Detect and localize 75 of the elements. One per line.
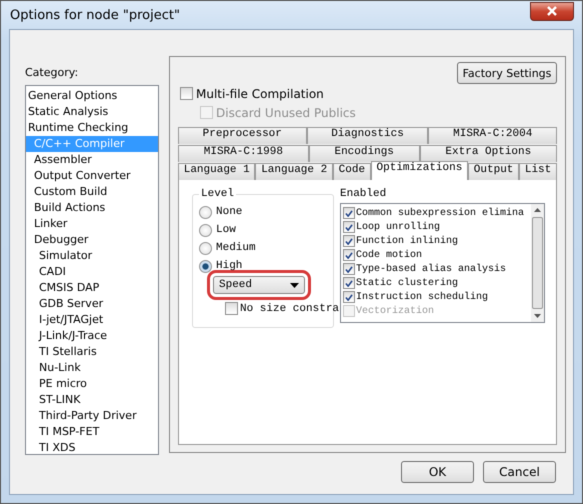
- checkbox[interactable]: [343, 263, 355, 275]
- category-item[interactable]: CMSIS DAP: [26, 280, 158, 296]
- dialog-button[interactable]: OK: [401, 461, 474, 483]
- category-item[interactable]: PE micro: [26, 376, 158, 392]
- radio-label: Medium: [216, 242, 256, 254]
- category-item[interactable]: TI Stellaris: [26, 344, 158, 360]
- tab[interactable]: Encodings: [308, 145, 420, 162]
- option-label: Multi-file Compilation: [196, 86, 324, 100]
- category-item[interactable]: I-jet/JTAGjet: [26, 312, 158, 328]
- checkbox-label: No size constra: [240, 302, 340, 314]
- category-item[interactable]: Build Actions: [26, 200, 158, 216]
- close-button[interactable]: [530, 2, 574, 20]
- category-item[interactable]: GDB Server: [26, 296, 158, 312]
- tab[interactable]: Code: [332, 163, 371, 180]
- optimization-label: Loop unrolling: [356, 222, 440, 232]
- checkbox[interactable]: [343, 291, 355, 303]
- caret-icon: [290, 282, 299, 288]
- close-icon: [546, 6, 558, 16]
- category-item[interactable]: Linker: [26, 216, 158, 232]
- scrollbar[interactable]: [531, 204, 544, 322]
- tab[interactable]: Preprocessor: [178, 127, 307, 144]
- category-item[interactable]: Output Converter: [26, 168, 158, 184]
- scroll-up-icon: [534, 208, 541, 212]
- category-item[interactable]: ST-LINK: [26, 392, 158, 408]
- optimization-label: Type-based alias analysis: [356, 264, 506, 274]
- optimization-label: Function inlining: [356, 236, 458, 246]
- scroll-thumb[interactable]: [532, 217, 543, 309]
- category-item[interactable]: General Options: [26, 88, 158, 104]
- checkbox[interactable]: [343, 207, 355, 219]
- category-item[interactable]: CADI: [26, 264, 158, 280]
- category-item[interactable]: J-Link/J-Trace: [26, 328, 158, 344]
- radio-label: High: [216, 260, 242, 272]
- tab[interactable]: Language 1: [178, 163, 256, 180]
- optimization-label: Instruction scheduling: [356, 292, 488, 302]
- checkbox[interactable]: [180, 87, 193, 100]
- tab[interactable]: Extra Options: [420, 145, 558, 162]
- checkbox[interactable]: [225, 302, 238, 315]
- checkbox[interactable]: [343, 221, 355, 233]
- scroll-down-icon: [534, 314, 541, 318]
- category-item[interactable]: Debugger: [26, 232, 158, 248]
- dialog-button[interactable]: Cancel: [483, 461, 556, 483]
- tab[interactable]: Diagnostics: [306, 127, 428, 144]
- category-item[interactable]: Nu-Link: [26, 360, 158, 376]
- optimization-label: Code motion: [356, 250, 422, 260]
- radio-label: None: [216, 206, 242, 218]
- category-item[interactable]: TI MSP-FET: [26, 424, 158, 440]
- category-label: Category:: [25, 66, 80, 79]
- tab[interactable]: Language 2: [255, 163, 333, 180]
- checkbox[interactable]: [343, 249, 355, 261]
- tab[interactable]: Output: [468, 163, 520, 180]
- checkbox[interactable]: [343, 277, 355, 289]
- radio-button[interactable]: [199, 260, 212, 272]
- category-item[interactable]: Assembler: [26, 152, 158, 168]
- tab[interactable]: MISRA-C:2004: [428, 127, 557, 144]
- optimization-label: Vectorization: [356, 306, 434, 316]
- optimization-label: Common subexpression elimina: [356, 208, 524, 218]
- radio-button[interactable]: [199, 224, 212, 236]
- radio-button[interactable]: [199, 206, 212, 218]
- tab[interactable]: List: [519, 163, 557, 180]
- radio-button[interactable]: [199, 242, 212, 254]
- window-title: Options for node "project": [10, 8, 180, 22]
- category-item[interactable]: Runtime Checking: [26, 120, 158, 136]
- group-title: Enabled: [340, 188, 388, 200]
- factory-settings-button[interactable]: Factory Settings: [457, 62, 557, 84]
- category-item[interactable]: Custom Build: [26, 184, 158, 200]
- tab[interactable]: MISRA-C:1998: [178, 145, 309, 162]
- radio-label: Low: [216, 224, 236, 236]
- category-item[interactable]: Third-Party Driver: [26, 408, 158, 424]
- category-item[interactable]: Static Analysis: [26, 104, 158, 120]
- category-item[interactable]: TI XDS: [26, 440, 158, 456]
- optimization-label: Static clustering: [356, 278, 458, 288]
- tab[interactable]: Optimizations: [370, 161, 468, 180]
- checkbox[interactable]: [343, 235, 355, 247]
- category-item[interactable]: Simulator: [26, 248, 158, 264]
- option-label: Discard Unused Publics: [216, 106, 356, 120]
